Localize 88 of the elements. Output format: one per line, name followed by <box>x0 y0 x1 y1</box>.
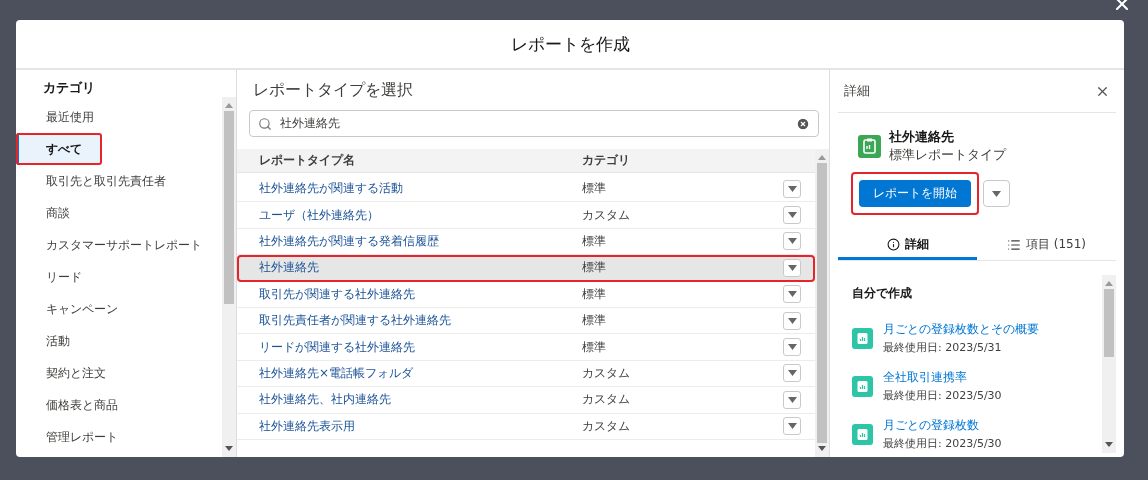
table-cell-text: 標準 <box>582 259 607 277</box>
table-cell-text: 標準 <box>582 338 607 356</box>
report-type-link[interactable]: 社外連絡先、社内連絡先 <box>237 391 582 409</box>
scrollbar[interactable] <box>815 149 829 457</box>
last-used-date: 最終使用日: 2023/5/31 <box>883 340 1003 355</box>
row-menu-button[interactable] <box>783 179 801 198</box>
table-cell-text: 標準 <box>582 285 607 303</box>
report-icon <box>852 375 873 397</box>
report-type-link[interactable]: 社外連絡先が関連する活動 <box>237 180 582 198</box>
report-type-link[interactable]: 社外連絡先が関連する発着信履歴 <box>237 232 582 250</box>
table-cell-text: 標準 <box>582 232 607 250</box>
category-item[interactable]: リード <box>16 261 222 293</box>
last-used-date: 最終使用日: 2023/5/30 <box>883 436 1002 451</box>
row-menu-button[interactable] <box>783 206 801 225</box>
category-item[interactable]: 取引先と取引先責任者 <box>16 165 222 197</box>
caret-icon <box>992 190 1001 197</box>
last-used-date: 最終使用日: 2023/5/30 <box>883 388 1002 403</box>
scroll-down-icon[interactable] <box>818 446 826 452</box>
report-type-link[interactable]: 取引先責任者が関連する社外連絡先 <box>237 312 582 330</box>
menu-button[interactable] <box>983 180 1010 207</box>
info-icon <box>886 238 900 251</box>
table-cell-text: 標準 <box>582 180 607 198</box>
report-type-link[interactable]: リードが関連する社外連絡先 <box>237 338 582 356</box>
table-cell-text: カスタム <box>582 417 631 435</box>
caret-icon <box>787 396 797 403</box>
report-type-kind: 標準レポートタイプ <box>889 146 1006 164</box>
search-icon <box>258 116 272 131</box>
report-type-link[interactable]: 社外連絡先×電話帳フォルダ <box>237 364 582 382</box>
list-icon <box>1006 237 1021 252</box>
row-menu-button[interactable] <box>783 311 801 330</box>
caret-icon <box>787 344 797 351</box>
row-menu-button[interactable] <box>783 390 801 409</box>
panel-title: レポートタイプを選択 <box>252 79 414 101</box>
caret-icon <box>787 370 797 377</box>
caret-icon <box>787 185 797 192</box>
row-menu-button[interactable] <box>783 364 801 383</box>
table-cell-text: カスタム <box>582 364 631 382</box>
report-type-link[interactable]: 取引先が関連する社外連絡先 <box>237 285 582 303</box>
table-cell-text: カスタム <box>582 206 631 224</box>
scroll-down-icon[interactable] <box>1105 442 1113 448</box>
category-item[interactable]: すべて <box>16 133 102 165</box>
section-heading: 自分で作成 <box>852 285 913 302</box>
row-menu-button[interactable] <box>783 285 801 304</box>
clear-button[interactable] <box>796 116 810 131</box>
category-item[interactable]: 管理レポート <box>16 421 222 453</box>
row-menu-button[interactable] <box>783 417 801 436</box>
caret-icon <box>787 423 797 430</box>
scroll-down-icon[interactable] <box>225 446 233 452</box>
table-row[interactable]: 社外連絡先 標準 <box>237 255 815 282</box>
details-title: 詳細 <box>844 82 870 100</box>
start-report-button[interactable]: レポートを開始 <box>859 180 971 207</box>
caret-icon <box>787 291 797 298</box>
report-icon <box>852 327 873 349</box>
dialog-title: レポートを作成 <box>16 20 1124 70</box>
category-item[interactable]: 最近使用 <box>16 101 222 133</box>
category-item[interactable]: 価格表と商品 <box>16 389 222 421</box>
table-cell-text: 標準 <box>582 312 607 330</box>
report-link[interactable]: 月ごとの登録枚数 <box>883 417 1002 434</box>
tab[interactable]: 詳細 <box>838 232 977 260</box>
report-type-link[interactable]: ユーザ（社外連絡先） <box>237 206 582 224</box>
category-item[interactable]: 商談 <box>16 197 222 229</box>
caret-icon <box>787 317 797 324</box>
row-menu-button[interactable] <box>783 232 801 251</box>
report-type-name: 社外連絡先 <box>889 128 955 146</box>
report-type-link[interactable]: 社外連絡先 <box>237 259 582 277</box>
caret-icon <box>787 264 797 271</box>
category-item[interactable]: 活動 <box>16 325 222 357</box>
column-header[interactable]: レポートタイプ名 <box>237 152 582 169</box>
column-header[interactable]: カテゴリ <box>582 152 630 169</box>
category-heading: カテゴリ <box>42 79 96 97</box>
category-item[interactable]: 契約と注文 <box>16 357 222 389</box>
row-menu-button[interactable] <box>783 258 801 277</box>
report-link[interactable]: 月ごとの登録枚数とその概要 <box>883 321 1039 338</box>
report-icon <box>858 134 881 158</box>
report-icon <box>852 423 873 445</box>
caret-icon <box>787 238 797 245</box>
category-item[interactable]: カスタマーサポートレポート <box>16 229 222 261</box>
scrollbar[interactable] <box>1102 275 1116 453</box>
row-menu-button[interactable] <box>783 338 801 357</box>
report-link[interactable]: 全社取引連携率 <box>883 369 1002 386</box>
report-type-link[interactable]: 社外連絡先表示用 <box>237 417 582 435</box>
caret-icon <box>787 212 797 219</box>
search-box[interactable]: 社外連絡先 <box>249 110 819 137</box>
category-item[interactable]: キャンペーン <box>16 293 222 325</box>
tab[interactable]: 項目 (151) <box>977 232 1116 260</box>
search-input[interactable]: 社外連絡先 <box>278 115 790 132</box>
scrollbar[interactable] <box>222 97 236 457</box>
table-cell-text: カスタム <box>582 391 631 409</box>
